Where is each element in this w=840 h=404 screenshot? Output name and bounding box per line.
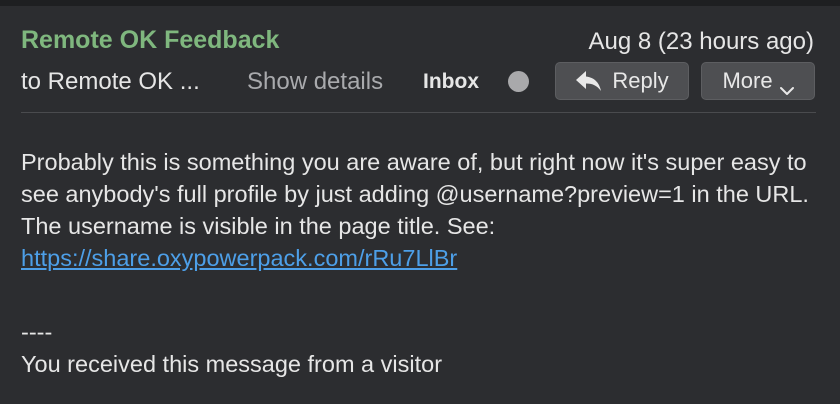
chevron-down-icon [779, 76, 794, 95]
message-paragraph: Probably this is something you are aware… [21, 146, 821, 274]
reply-arrow-icon [575, 70, 602, 92]
header-divider [21, 112, 816, 113]
show-details-link[interactable]: Show details [247, 68, 383, 96]
message-body: Probably this is something you are aware… [21, 146, 821, 274]
signature-separator: ---- [21, 319, 53, 345]
more-button-label: More [722, 68, 773, 93]
mailbox-label[interactable]: Inbox [423, 70, 479, 94]
message-body-text: Probably this is something you are aware… [21, 149, 809, 239]
sender-name[interactable]: Remote OK Feedback [21, 26, 279, 55]
message-header: Remote OK Feedback Aug 8 (23 hours ago) … [0, 0, 840, 112]
reply-button-label: Reply [612, 68, 669, 93]
more-button[interactable]: More [701, 62, 815, 100]
message-link[interactable]: https://share.oxypowerpack.com/rRu7LlBr [21, 245, 457, 271]
recipient-line[interactable]: to Remote OK ... [21, 68, 200, 96]
unread-dot-icon[interactable] [508, 71, 529, 92]
reply-button[interactable]: Reply [555, 62, 689, 100]
signature-text: You received this message from a visitor [21, 351, 443, 377]
message-date: Aug 8 (23 hours ago) [588, 28, 814, 55]
